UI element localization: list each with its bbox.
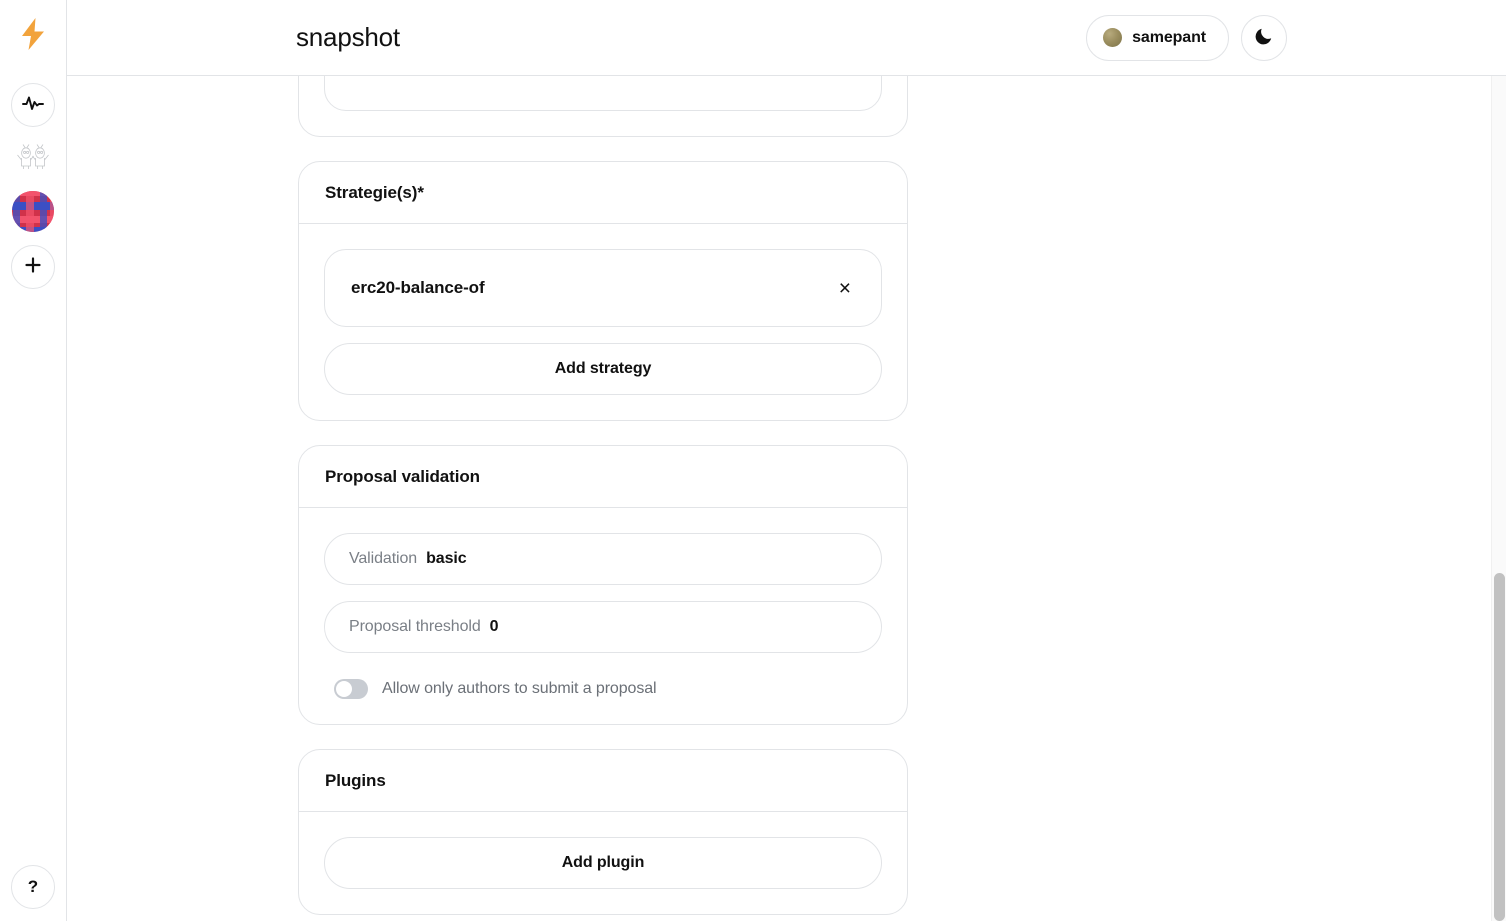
lightning-bolt-icon xyxy=(18,17,48,56)
help-button[interactable]: ? xyxy=(11,865,55,909)
add-strategy-label: Add strategy xyxy=(554,360,652,377)
vertical-scrollbar-track[interactable] xyxy=(1491,76,1506,921)
add-plugin-label: Add plugin xyxy=(561,854,645,871)
sidebar-items xyxy=(11,83,55,289)
proposal-validation-title: Proposal validation xyxy=(299,446,907,508)
proposal-threshold-label: Proposal threshold xyxy=(349,618,481,635)
header-actions: samepant xyxy=(1086,14,1287,61)
proposal-threshold-value: 0 xyxy=(489,618,499,635)
user-menu-button[interactable]: samepant xyxy=(1086,14,1229,61)
strategies-body: erc20-balance-of × Add strategy xyxy=(299,224,907,420)
page-title[interactable]: snapshot xyxy=(296,22,400,53)
strategy-name: erc20-balance-of xyxy=(351,278,485,297)
avatar xyxy=(1103,28,1123,47)
apes-artwork-icon xyxy=(13,137,53,181)
validation-label: Validation xyxy=(349,550,418,567)
theme-toggle-button[interactable] xyxy=(1241,14,1287,61)
toggle-knob xyxy=(336,681,352,697)
moon-icon xyxy=(1255,26,1274,50)
sidebar-item-timeline[interactable] xyxy=(11,83,55,127)
question-mark-icon: ? xyxy=(27,877,39,896)
remove-strategy-button[interactable]: × xyxy=(835,276,855,301)
sidebar-item-space-apes[interactable] xyxy=(11,137,55,181)
app-root: ? snapshot samepant Strategie(s)* erc20-… xyxy=(0,0,1506,921)
plugins-card: Plugins Add plugin xyxy=(298,749,908,915)
authors-only-toggle-label: Allow only authors to submit a proposal xyxy=(382,680,657,697)
strategies-card: Strategie(s)* erc20-balance-of × Add str… xyxy=(298,161,908,421)
app-header: snapshot samepant xyxy=(67,0,1506,76)
strategies-title: Strategie(s)* xyxy=(299,162,907,224)
add-plugin-button[interactable]: Add plugin xyxy=(324,837,882,889)
plus-icon xyxy=(23,255,43,280)
sidebar-item-create-space[interactable] xyxy=(11,245,55,289)
clipped-card-above xyxy=(298,76,908,137)
user-name: samepant xyxy=(1132,28,1206,46)
vertical-scrollbar-thumb[interactable] xyxy=(1494,573,1505,921)
plugins-body: Add plugin xyxy=(299,812,907,914)
plaid-avatar-icon xyxy=(11,191,55,235)
plugins-title: Plugins xyxy=(299,750,907,812)
sidebar-item-space-plaid[interactable] xyxy=(11,191,55,235)
strategy-item[interactable]: erc20-balance-of × xyxy=(324,249,882,327)
validation-field[interactable]: Validation basic xyxy=(324,533,882,585)
scroll-content: Strategie(s)* erc20-balance-of × Add str… xyxy=(67,76,1506,921)
sidebar: ? xyxy=(0,0,67,921)
authors-only-toggle-row: Allow only authors to submit a proposal xyxy=(324,679,882,699)
authors-only-toggle[interactable] xyxy=(334,679,368,699)
settings-column: Strategie(s)* erc20-balance-of × Add str… xyxy=(298,76,908,921)
proposal-threshold-field[interactable]: Proposal threshold 0 xyxy=(324,601,882,653)
snapshot-logo-button[interactable] xyxy=(9,12,57,60)
clipped-input-field[interactable] xyxy=(324,76,882,111)
activity-pulse-icon xyxy=(21,91,45,120)
add-strategy-button[interactable]: Add strategy xyxy=(324,343,882,395)
proposal-validation-body: Validation basic Proposal threshold 0 Al… xyxy=(299,508,907,724)
proposal-validation-card: Proposal validation Validation basic Pro… xyxy=(298,445,908,725)
validation-value: basic xyxy=(426,550,467,567)
